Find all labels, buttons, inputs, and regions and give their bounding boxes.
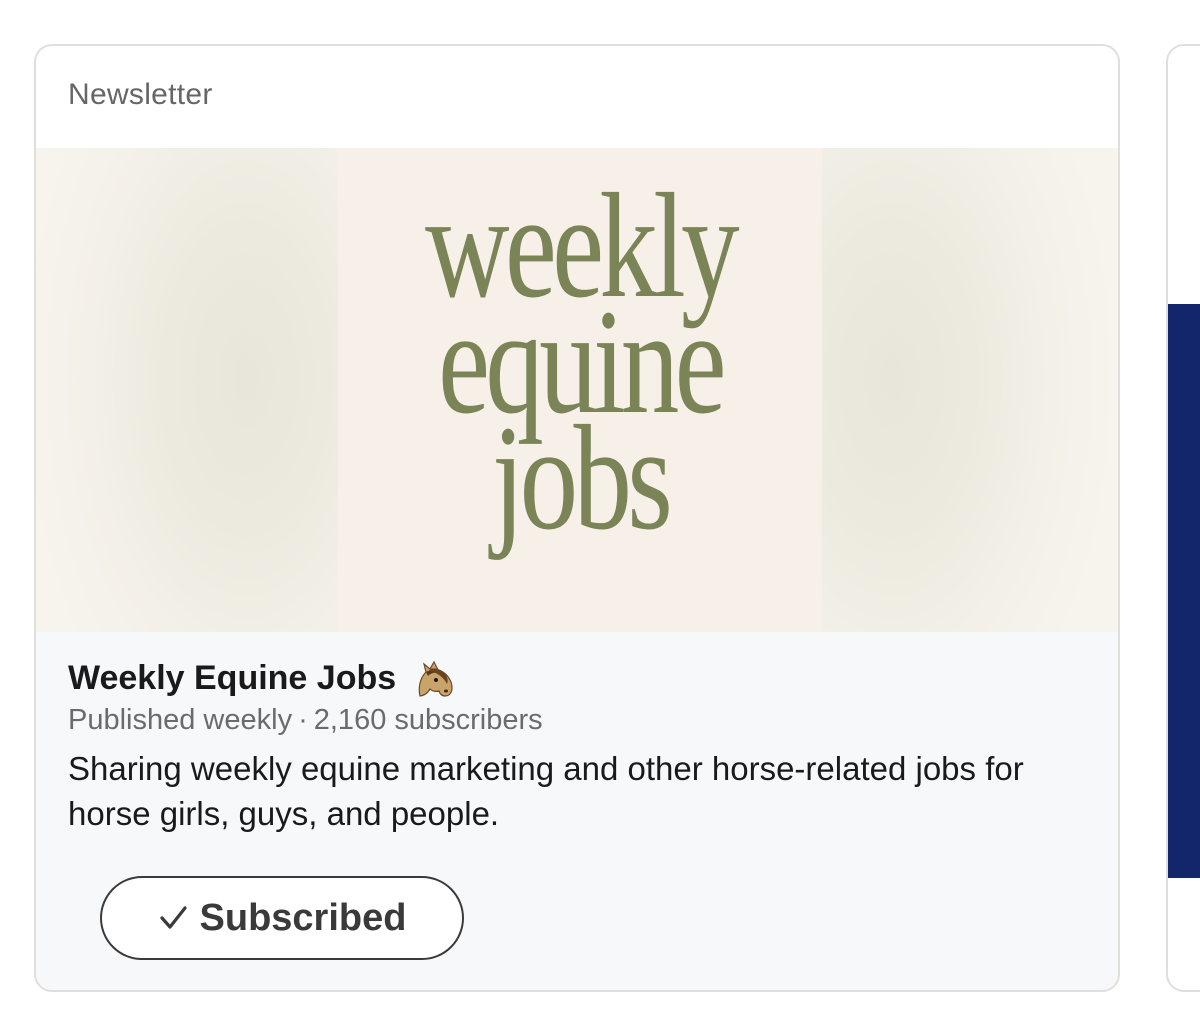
card-header: Newsletter: [36, 46, 1118, 148]
next-card-partial[interactable]: [1166, 44, 1200, 992]
newsletter-description: Sharing weekly equine marketing and othe…: [68, 750, 1024, 832]
checkmark-icon: [159, 906, 187, 929]
newsletter-banner-image[interactable]: weekly equine jobs: [36, 148, 1118, 632]
title-row: Weekly Equine Jobs: [68, 656, 1086, 700]
subscribed-button-label: Subscribed: [199, 896, 407, 939]
newsletter-title[interactable]: Weekly Equine Jobs: [68, 659, 396, 698]
subscriber-count: 2,160 subscribers: [313, 704, 543, 736]
banner-blur-left: [36, 148, 338, 632]
banner-blur-right: [822, 148, 1118, 632]
publish-frequency: Published weekly: [68, 704, 293, 736]
newsletter-card[interactable]: Newsletter weekly equine jobs Weekly Equ…: [34, 44, 1120, 992]
subscribed-button[interactable]: Subscribed: [100, 876, 464, 960]
logo-wordmark: weekly equine jobs: [391, 171, 769, 553]
next-card-image: [1168, 304, 1200, 878]
card-header-label: Newsletter: [68, 78, 213, 111]
banner-logo: weekly equine jobs: [338, 148, 822, 632]
newsletter-meta: Published weekly · 2,160 subscribers: [68, 700, 1086, 740]
newsletter-info: Weekly Equine Jobs Published weekly · 2,16…: [36, 632, 1118, 990]
page: Newsletter weekly equine jobs Weekly Equ…: [0, 0, 1200, 1024]
meta-separator: ·: [298, 704, 308, 736]
horse-face-icon: [412, 658, 456, 698]
